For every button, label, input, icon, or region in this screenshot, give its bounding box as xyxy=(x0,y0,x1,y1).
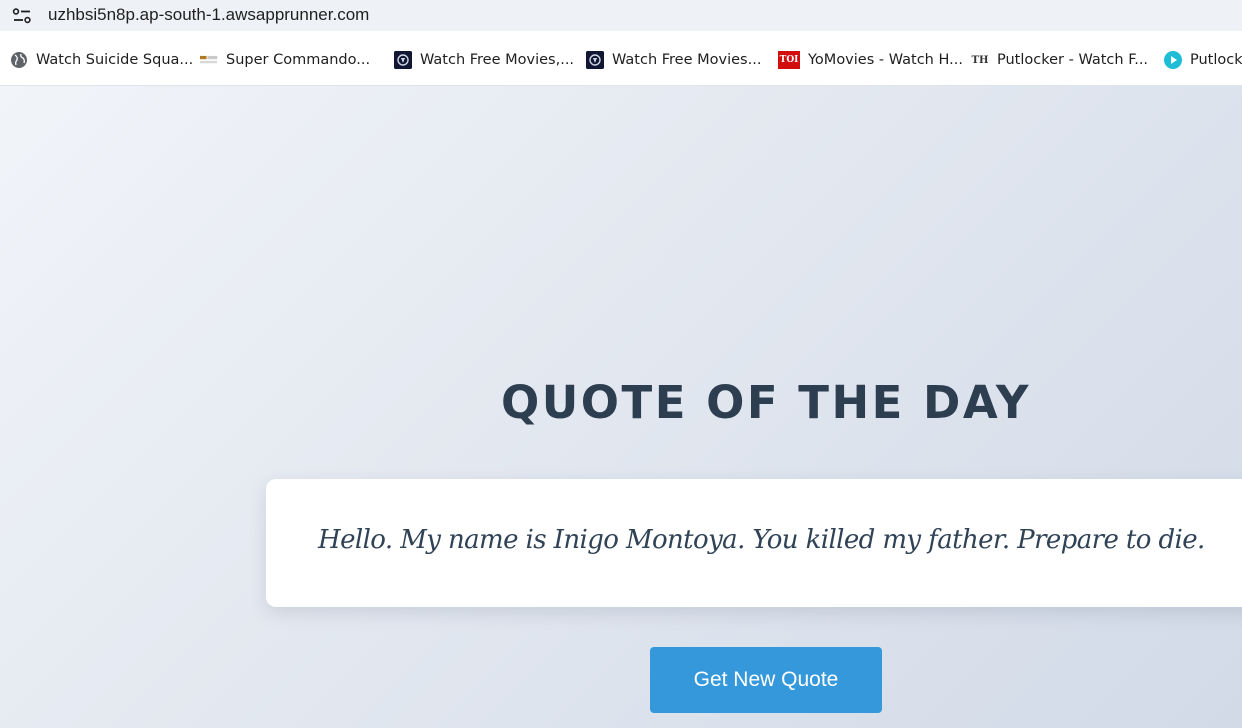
address-bar: uzhbsi5n8p.ap-south-1.awsapprunner.com xyxy=(0,0,1242,34)
toi-favicon: TOI xyxy=(778,51,800,69)
quote-text: Hello. My name is Inigo Montoya. You kil… xyxy=(318,525,1205,555)
bookmark-label: Watch Suicide Squa... xyxy=(36,52,194,68)
bookmark-item[interactable]: Watch Free Movies... xyxy=(586,48,761,72)
bookmarks-bar: Watch Suicide Squa... Super Commando... … xyxy=(0,34,1242,86)
bookmark-label: Watch Free Movies,... xyxy=(420,52,575,68)
globe-icon xyxy=(10,51,28,69)
bookmark-label: YoMovies - Watch H... xyxy=(808,52,963,68)
site-info-icon[interactable] xyxy=(4,0,40,31)
get-new-quote-button[interactable]: Get New Quote xyxy=(650,647,882,713)
super-commando-favicon xyxy=(200,51,218,69)
bookmark-label: Watch Free Movies... xyxy=(612,52,762,68)
bookmark-label: Putlocke xyxy=(1190,52,1242,68)
bookmark-label: Super Commando... xyxy=(226,52,371,68)
page-title: QUOTE OF THE DAY xyxy=(500,376,1032,429)
page-content: QUOTE OF THE DAY Hello. My name is Inigo… xyxy=(0,86,1242,728)
bookmark-label: Putlocker - Watch F... xyxy=(997,52,1149,68)
movie-site-favicon xyxy=(394,51,412,69)
bookmark-item[interactable]: Watch Suicide Squa... xyxy=(10,48,193,72)
omnibox[interactable]: uzhbsi5n8p.ap-south-1.awsapprunner.com xyxy=(0,0,1242,31)
bookmark-item[interactable]: TH Putlocker - Watch F... xyxy=(971,48,1149,72)
quote-card: Hello. My name is Inigo Montoya. You kil… xyxy=(266,479,1242,607)
bookmark-item[interactable]: TOI YoMovies - Watch H... xyxy=(778,48,963,72)
movie-site-favicon xyxy=(586,51,604,69)
bookmark-item[interactable]: Watch Free Movies,... xyxy=(394,48,574,72)
play-icon xyxy=(1164,51,1182,69)
th-favicon: TH xyxy=(971,54,989,66)
bookmark-item[interactable]: Putlocke xyxy=(1164,48,1242,72)
bookmark-item[interactable]: Super Commando... xyxy=(200,48,370,72)
url-text[interactable]: uzhbsi5n8p.ap-south-1.awsapprunner.com xyxy=(48,4,369,26)
